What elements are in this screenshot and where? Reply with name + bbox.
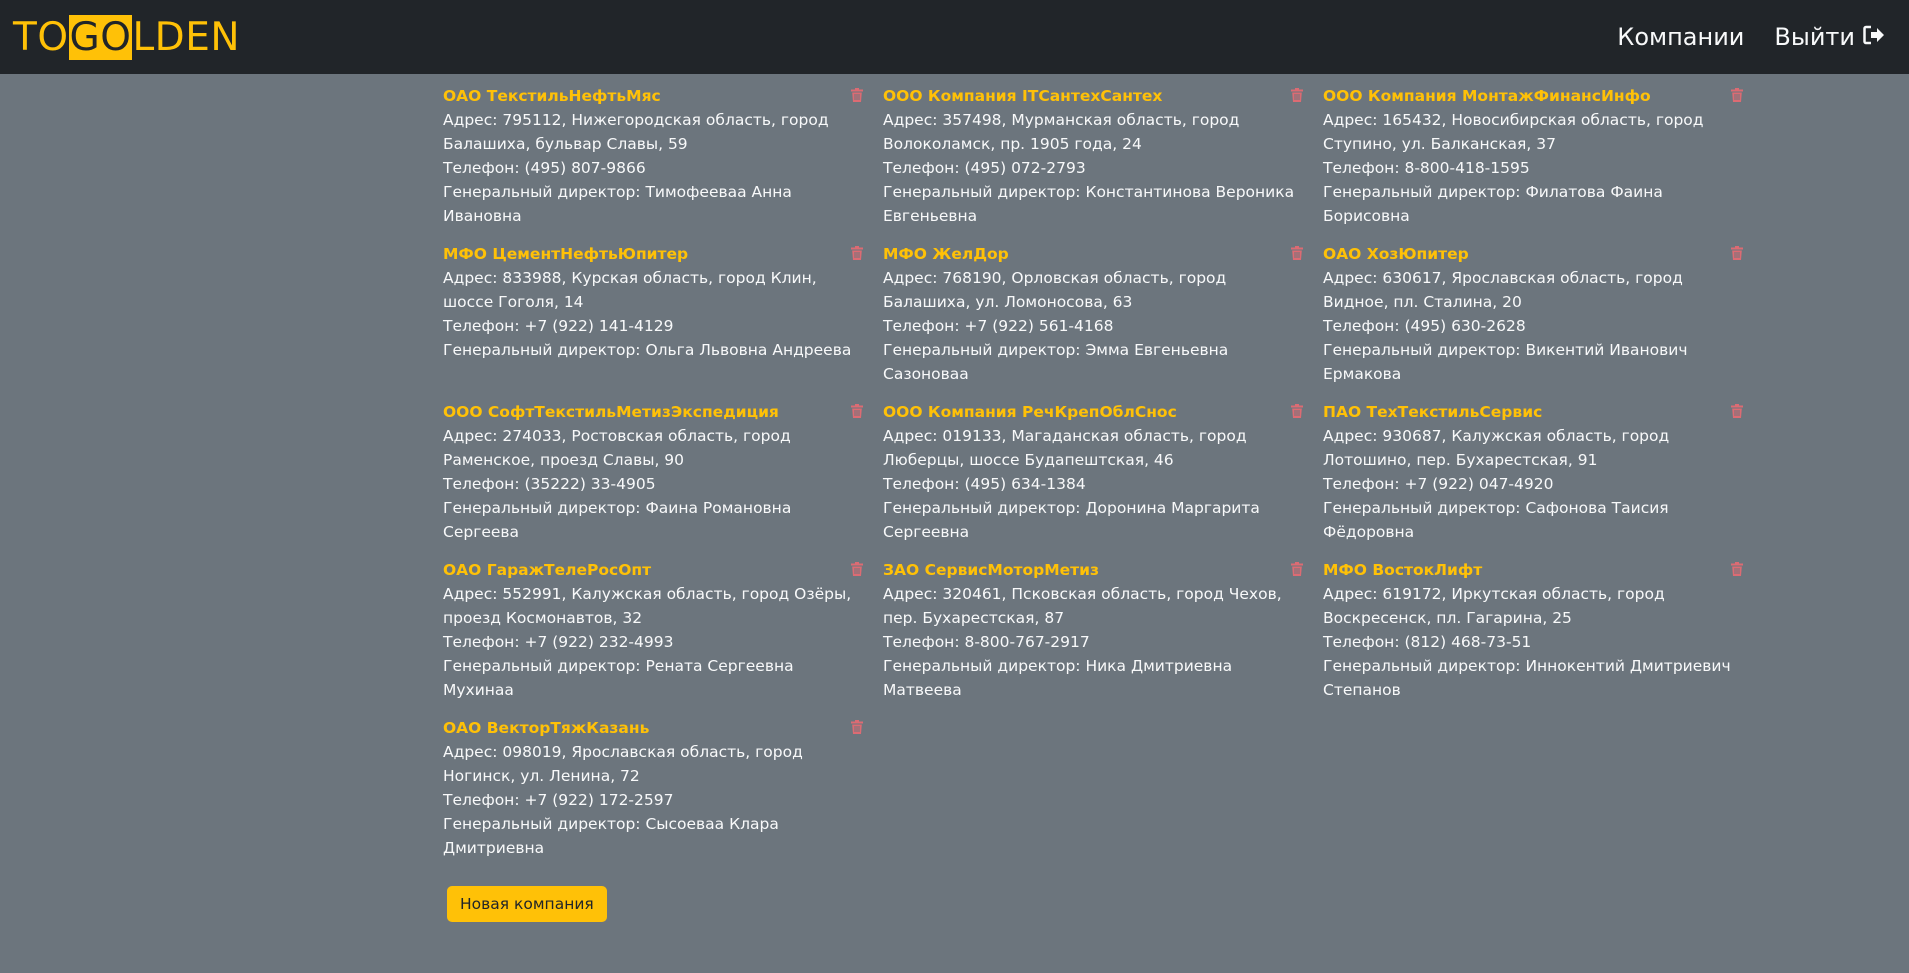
navbar: TO GO LDEN Компании Выйти xyxy=(0,0,1909,74)
company-phone: Телефон: (35222) 33-4905 xyxy=(443,475,656,493)
logout-link[interactable]: Выйти xyxy=(1774,23,1885,51)
company-phone: Телефон: +7 (922) 232-4993 xyxy=(443,633,674,651)
company-phone: Телефон: +7 (922) 172-2597 xyxy=(443,791,674,809)
trash-icon[interactable] xyxy=(1731,88,1743,102)
company-phone: Телефон: 8-800-767-2917 xyxy=(883,633,1090,651)
trash-icon[interactable] xyxy=(1291,88,1303,102)
company-name[interactable]: ООО Компания МонтажФинансИнфо xyxy=(1323,84,1743,108)
nav-links: Компании Выйти xyxy=(1617,23,1885,51)
brand-part-1: TO xyxy=(13,14,69,60)
company-director: Генеральный директор: Эмма Евгеньевна Са… xyxy=(883,341,1229,383)
company-phone: Телефон: (495) 634-1384 xyxy=(883,475,1086,493)
brand-part-3: LDEN xyxy=(132,14,241,60)
company-director: Генеральный директор: Филатова Фаина Бор… xyxy=(1323,183,1663,225)
company-card: МФО ВостокЛифт Адрес: 619172, Иркутская о… xyxy=(1323,558,1763,716)
company-phone: Телефон: 8-800-418-1595 xyxy=(1323,159,1530,177)
company-address: Адрес: 098019, Ярославская область, горо… xyxy=(443,743,803,785)
company-director: Генеральный директор: Ольга Львовна Андр… xyxy=(443,341,852,359)
company-phone: Телефон: (495) 072-2793 xyxy=(883,159,1086,177)
company-director: Генеральный директор: Викентий Иванович … xyxy=(1323,341,1688,383)
company-card: ЗАО СервисМоторМетиз Адрес: 320461, Псков… xyxy=(883,558,1323,716)
company-name[interactable]: ОАО ВекторТяжКазань xyxy=(443,716,863,740)
company-phone: Телефон: (495) 630-2628 xyxy=(1323,317,1526,335)
company-address: Адрес: 619172, Иркутская область, город … xyxy=(1323,585,1665,627)
company-director: Генеральный директор: Константинова Веро… xyxy=(883,183,1295,225)
main-content: ОАО ТекстильНефтьМяс Адрес: 795112, Нижег… xyxy=(146,74,1763,922)
company-name[interactable]: ОАО ТекстильНефтьМяс xyxy=(443,84,863,108)
trash-icon[interactable] xyxy=(1291,562,1303,576)
company-name[interactable]: МФО ЖелДор xyxy=(883,242,1303,266)
trash-icon[interactable] xyxy=(1731,562,1743,576)
company-director: Генеральный директор: Сафонова Таисия Фё… xyxy=(1323,499,1669,541)
company-address: Адрес: 019133, Магаданская область, горо… xyxy=(883,427,1247,469)
company-director: Генеральный директор: Ника Дмитриевна Ма… xyxy=(883,657,1233,699)
company-address: Адрес: 930687, Калужская область, город … xyxy=(1323,427,1670,469)
company-card: МФО ЦементНефтьЮпитер Адрес: 833988, Курс… xyxy=(443,242,883,400)
company-address: Адрес: 630617, Ярославская область, горо… xyxy=(1323,269,1683,311)
company-name[interactable]: ОАО ХозЮпитер xyxy=(1323,242,1743,266)
company-address: Адрес: 552991, Калужская область, город … xyxy=(443,585,852,627)
company-phone: Телефон: (495) 807-9866 xyxy=(443,159,646,177)
company-card: ООО Компания РечКрепОблСнос Адрес: 019133… xyxy=(883,400,1323,558)
company-phone: Телефон: +7 (922) 141-4129 xyxy=(443,317,674,335)
company-director: Генеральный директор: Доронина Маргарита… xyxy=(883,499,1260,541)
trash-icon[interactable] xyxy=(1291,246,1303,260)
company-name[interactable]: ЗАО СервисМоторМетиз xyxy=(883,558,1303,582)
company-card: МФО ЖелДор Адрес: 768190, Орловская облас… xyxy=(883,242,1323,400)
brand-part-2: GO xyxy=(68,14,133,60)
company-address: Адрес: 768190, Орловская область, город … xyxy=(883,269,1227,311)
company-address: Адрес: 795112, Нижегородская область, го… xyxy=(443,111,829,153)
trash-icon[interactable] xyxy=(851,562,863,576)
company-director: Генеральный директор: Рената Сергеевна М… xyxy=(443,657,794,699)
company-director: Генеральный директор: Тимофееваа Анна Ив… xyxy=(443,183,792,225)
company-name[interactable]: ПАО ТехТекстильСервис xyxy=(1323,400,1743,424)
company-card: ООО Компания МонтажФинансИнфо Адрес: 1654… xyxy=(1323,84,1763,242)
company-director: Генеральный директор: Иннокентий Дмитрие… xyxy=(1323,657,1731,699)
company-address: Адрес: 320461, Псковская область, город … xyxy=(883,585,1282,627)
company-card: ПАО ТехТекстильСервис Адрес: 930687, Калу… xyxy=(1323,400,1763,558)
company-name[interactable]: МФО ЦементНефтьЮпитер xyxy=(443,242,863,266)
company-grid: ОАО ТекстильНефтьМяс Адрес: 795112, Нижег… xyxy=(443,84,1763,874)
trash-icon[interactable] xyxy=(851,720,863,734)
company-address: Адрес: 165432, Новосибирская область, го… xyxy=(1323,111,1704,153)
company-address: Адрес: 357498, Мурманская область, город… xyxy=(883,111,1240,153)
trash-icon[interactable] xyxy=(851,246,863,260)
company-phone: Телефон: +7 (922) 561-4168 xyxy=(883,317,1114,335)
trash-icon[interactable] xyxy=(851,404,863,418)
company-card: ОАО ГаражТелеРосОпт Адрес: 552991, Калужс… xyxy=(443,558,883,716)
company-name[interactable]: ООО СофтТекстильМетизЭкспедиция xyxy=(443,400,863,424)
company-name[interactable]: ООО Компания ITСантехСантех xyxy=(883,84,1303,108)
trash-icon[interactable] xyxy=(1731,246,1743,260)
companies-link[interactable]: Компании xyxy=(1617,23,1744,51)
company-card: ОАО ХозЮпитер Адрес: 630617, Ярославская … xyxy=(1323,242,1763,400)
trash-icon[interactable] xyxy=(851,88,863,102)
trash-icon[interactable] xyxy=(1731,404,1743,418)
trash-icon[interactable] xyxy=(1291,404,1303,418)
company-card: ООО СофтТекстильМетизЭкспедиция Адрес: 27… xyxy=(443,400,883,558)
company-director: Генеральный директор: Фаина Романовна Се… xyxy=(443,499,792,541)
company-phone: Телефон: (812) 468-73-51 xyxy=(1323,633,1532,651)
company-name[interactable]: ООО Компания РечКрепОблСнос xyxy=(883,400,1303,424)
company-name[interactable]: ОАО ГаражТелеРосОпт xyxy=(443,558,863,582)
new-company-button[interactable]: Новая компания xyxy=(447,886,607,922)
company-card: ООО Компания ITСантехСантех Адрес: 357498… xyxy=(883,84,1323,242)
company-card: ОАО ВекторТяжКазань Адрес: 098019, Яросла… xyxy=(443,716,883,874)
company-director: Генеральный директор: Сысоеваа Клара Дми… xyxy=(443,815,779,857)
company-name[interactable]: МФО ВостокЛифт xyxy=(1323,558,1743,582)
company-address: Адрес: 833988, Курская область, город Кл… xyxy=(443,269,817,311)
company-phone: Телефон: +7 (922) 047-4920 xyxy=(1323,475,1554,493)
company-address: Адрес: 274033, Ростовская область, город… xyxy=(443,427,791,469)
sign-out-icon xyxy=(1863,23,1885,51)
logout-label: Выйти xyxy=(1774,23,1855,51)
company-card: ОАО ТекстильНефтьМяс Адрес: 795112, Нижег… xyxy=(443,84,883,242)
brand-logo[interactable]: TO GO LDEN xyxy=(13,14,241,60)
